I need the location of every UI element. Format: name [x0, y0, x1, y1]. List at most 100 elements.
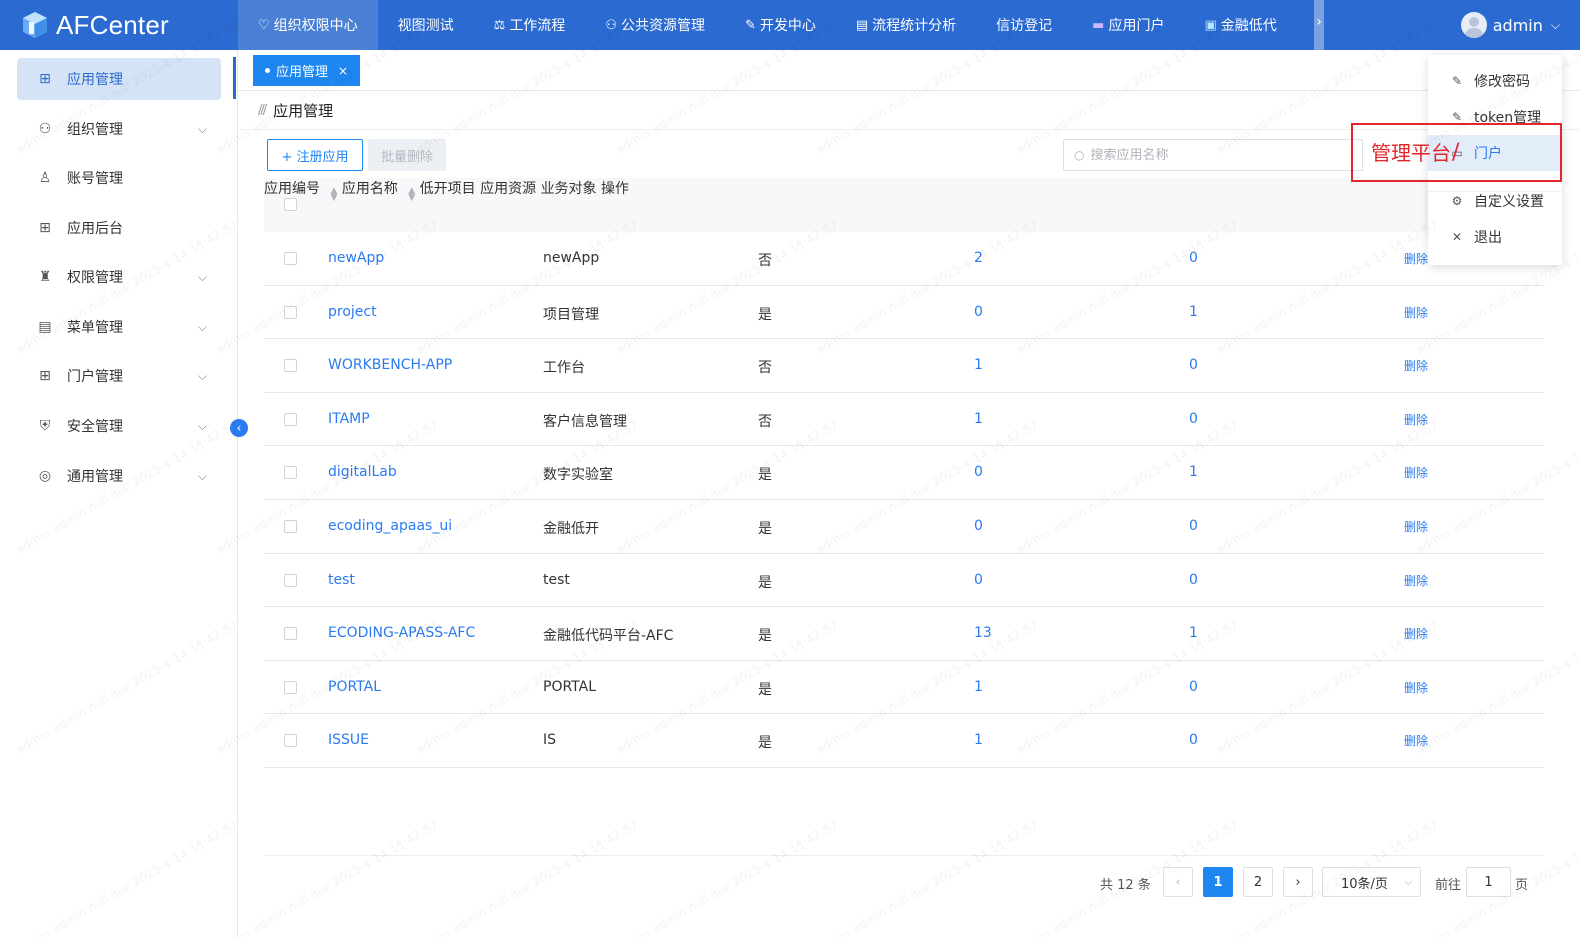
column-header-code[interactable]: 应用编号 ▲ ▼	[264, 181, 342, 203]
app-code-link[interactable]: WORKBENCH-APP	[328, 357, 452, 373]
row-checkbox[interactable]	[284, 573, 297, 587]
resources-link[interactable]: 1	[974, 732, 983, 748]
app-code-link[interactable]: PORTAL	[328, 679, 381, 695]
chevron-down-icon: ⌵	[1550, 17, 1560, 32]
objects-link[interactable]: 0	[1189, 411, 1198, 427]
topnav-item-dev-center[interactable]: ✎ 开发中心	[725, 0, 836, 50]
app-logo[interactable]: AFCenter	[0, 0, 238, 50]
resources-link[interactable]: 1	[974, 357, 983, 373]
user-menu-trigger[interactable]: admin ⌵	[1460, 0, 1560, 50]
row-checkbox[interactable]	[284, 519, 297, 533]
menu-item-logout[interactable]: ✕ 退出	[1428, 219, 1562, 255]
topnav-item-process-stats[interactable]: ▤ 流程统计分析	[836, 0, 976, 50]
topnav-item-petition[interactable]: 信访登记	[976, 0, 1072, 50]
sidebar-item-org-management[interactable]: ⚇ 组织管理 ⌵	[17, 108, 221, 150]
chevron-down-icon: ⌵	[197, 121, 207, 136]
delete-button[interactable]: 删除	[1404, 679, 1428, 696]
resources-link[interactable]: 1	[974, 411, 983, 427]
objects-link[interactable]: 0	[1189, 679, 1198, 695]
objects-link[interactable]: 0	[1189, 250, 1198, 266]
resources-link[interactable]: 0	[974, 304, 983, 320]
resources-link[interactable]: 0	[974, 572, 983, 588]
page-size-select[interactable]: 10条/页 ⌵	[1322, 867, 1421, 897]
row-checkbox[interactable]	[284, 734, 297, 748]
resources-link[interactable]: 1	[974, 679, 983, 695]
sidebar-item-portal-management[interactable]: ⊞ 门户管理 ⌵	[17, 355, 221, 397]
objects-link[interactable]: 0	[1189, 357, 1198, 373]
objects-link[interactable]: 1	[1189, 304, 1198, 320]
delete-button[interactable]: 删除	[1404, 572, 1428, 589]
pagination-prev-button[interactable]: ‹	[1163, 867, 1193, 897]
register-app-button[interactable]: + 注册应用	[267, 139, 363, 171]
sidebar-item-menu-management[interactable]: ▤ 菜单管理 ⌵	[17, 306, 221, 348]
objects-link[interactable]: 0	[1189, 572, 1198, 588]
app-code-link[interactable]: ecoding_apaas_ui	[328, 518, 452, 534]
table-header: 应用编号 ▲ ▼ 应用名称 ▲ ▼ 低开项目 应用资源 业务对象 操作	[264, 178, 1544, 232]
topnav-label: 视图测试	[397, 18, 454, 34]
delete-button[interactable]: 删除	[1404, 518, 1428, 535]
pagination-page-2[interactable]: 2	[1243, 867, 1273, 897]
menu-doc-icon: ▤	[38, 319, 52, 335]
delete-button[interactable]: 删除	[1404, 625, 1428, 642]
objects-link[interactable]: 0	[1189, 518, 1198, 534]
app-code-link[interactable]: ECODING-APASS-AFC	[328, 625, 475, 641]
app-code-link[interactable]: project	[328, 304, 377, 320]
search-box[interactable]: ○	[1063, 139, 1363, 171]
pagination-next-button[interactable]: ›	[1283, 867, 1313, 897]
pagination-page-1[interactable]: 1	[1203, 867, 1233, 897]
resources-link[interactable]: 2	[974, 250, 983, 266]
row-checkbox[interactable]	[284, 627, 297, 641]
sidebar-item-general-management[interactable]: ◎ 通用管理 ⌵	[17, 455, 221, 497]
resources-link[interactable]: 0	[974, 464, 983, 480]
row-checkbox[interactable]	[284, 412, 297, 426]
delete-button[interactable]: 删除	[1404, 304, 1428, 321]
topnav-item-app-portal[interactable]: ▬ 应用门户	[1072, 0, 1184, 50]
gear-icon: ⚙	[1451, 194, 1463, 208]
goto-page-input[interactable]: 1	[1466, 867, 1511, 897]
row-checkbox[interactable]	[284, 305, 297, 319]
row-checkbox[interactable]	[284, 680, 297, 694]
app-code-link[interactable]: ISSUE	[328, 732, 369, 748]
column-header-name[interactable]: 应用名称 ▲ ▼	[341, 181, 420, 203]
sort-icon[interactable]: ▲ ▼	[330, 187, 337, 203]
delete-button[interactable]: 删除	[1404, 464, 1428, 481]
sidebar-collapse-button[interactable]: ‹	[230, 419, 248, 437]
row-checkbox[interactable]	[284, 359, 297, 373]
objects-link[interactable]: 0	[1189, 732, 1198, 748]
select-all-checkbox[interactable]	[284, 198, 297, 211]
tab-label: 应用管理	[276, 65, 329, 80]
resources-link[interactable]: 13	[974, 625, 992, 641]
menu-item-custom-settings[interactable]: ⚙ 自定义设置	[1428, 183, 1562, 219]
topnav-item-public-resources[interactable]: ⚇ 公共资源管理	[585, 0, 725, 50]
delete-button[interactable]: 删除	[1404, 732, 1428, 749]
row-checkbox[interactable]	[284, 466, 297, 480]
objects-link[interactable]: 1	[1189, 625, 1198, 641]
sidebar-item-app-backend[interactable]: ⊞ 应用后台	[17, 207, 221, 249]
topnav-more-button[interactable]: ›	[1314, 0, 1324, 50]
objects-link[interactable]: 1	[1189, 464, 1198, 480]
delete-button[interactable]: 删除	[1404, 250, 1428, 267]
delete-button[interactable]: 删除	[1404, 357, 1428, 374]
delete-button[interactable]: 删除	[1404, 411, 1428, 428]
app-code-link[interactable]: ITAMP	[328, 411, 370, 427]
app-code-link[interactable]: test	[328, 572, 355, 588]
tab-app-management[interactable]: 应用管理 ×	[253, 55, 361, 86]
batch-delete-button[interactable]: 批量删除	[368, 139, 446, 171]
sidebar-item-permission-management[interactable]: ♜ 权限管理 ⌵	[17, 256, 221, 298]
search-input[interactable]	[1090, 147, 1331, 163]
topnav-item-view-test[interactable]: 视图测试	[378, 0, 474, 50]
topnav-item-finance-lowcode[interactable]: ▣ 金融低代	[1184, 0, 1280, 50]
column-header-label: 应用名称	[341, 181, 398, 197]
sidebar-item-security-management[interactable]: ⛨ 安全管理 ⌵	[17, 405, 221, 447]
app-code-link[interactable]: newApp	[328, 250, 384, 266]
menu-item-change-password[interactable]: ✎ 修改密码	[1428, 63, 1562, 99]
app-code-link[interactable]: digitalLab	[328, 464, 397, 480]
resources-link[interactable]: 0	[974, 518, 983, 534]
topnav-item-workflow[interactable]: ⚖ 工作流程	[474, 0, 586, 50]
sidebar-item-account-management[interactable]: ♙ 账号管理	[17, 157, 221, 199]
sidebar-item-app-management[interactable]: ⊞ 应用管理	[17, 58, 221, 100]
row-checkbox[interactable]	[284, 252, 297, 265]
sort-icon[interactable]: ▲ ▼	[408, 187, 415, 203]
topnav-item-org-permission[interactable]: ♡ 组织权限中心	[238, 0, 378, 50]
close-icon[interactable]: ×	[338, 64, 348, 78]
